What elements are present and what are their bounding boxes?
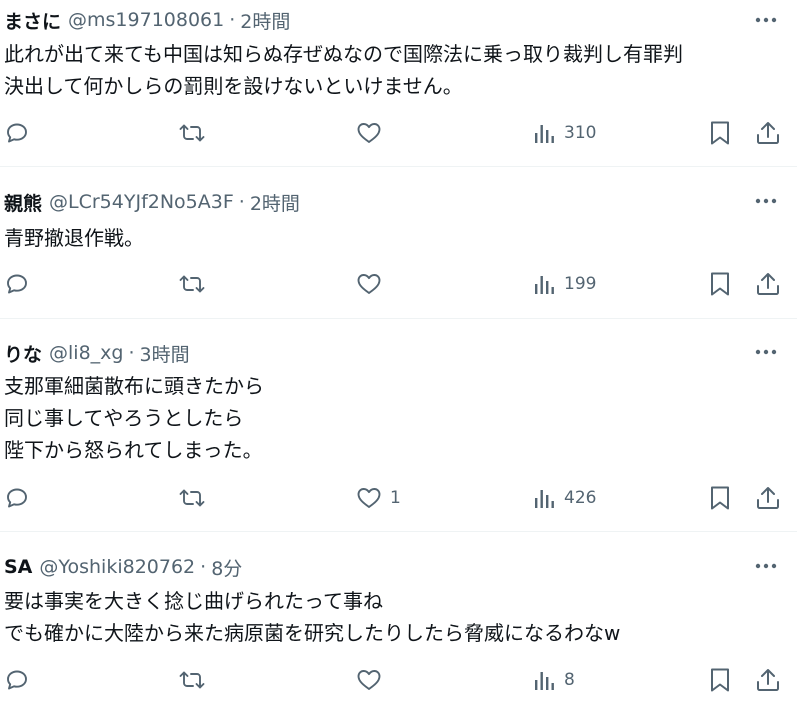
tweet-text-line: 此れが出て来ても中国は知らぬ存ぜぬなので国際法に乗っ取り裁判し有罪判 <box>4 42 683 66</box>
tweet[interactable]: りな @li8_xg · 3時間 支那軍細菌散布に頭きたから 同じ事してやろうと… <box>0 319 797 532</box>
separator-dot: · <box>200 556 207 578</box>
share-icon <box>757 273 779 295</box>
tweet-text: 要は事実を大きく捻じ曲げられたって事ね でも確かに大陸から来た病原菌を研究したり… <box>4 585 777 649</box>
reply-icon <box>7 670 27 690</box>
timestamp[interactable]: 2時間 <box>240 7 290 34</box>
retweet-button[interactable] <box>178 665 206 695</box>
timestamp[interactable]: 3時間 <box>140 340 190 367</box>
tweet-text: 青野撤退作戦。 <box>4 222 777 254</box>
share-icon <box>757 487 779 509</box>
more-icon[interactable] <box>753 189 779 213</box>
tweet-header: 親熊 @LCr54YJf2No5A3F · 2時間 <box>4 188 300 216</box>
more-icon[interactable] <box>753 8 779 32</box>
author-name[interactable]: SA <box>4 556 32 578</box>
heart-icon <box>357 274 381 294</box>
tweet-text: 支那軍細菌散布に頭きたから 同じ事してやろうとしたら 陛下から怒られてしまった。 <box>4 370 777 466</box>
timestamp[interactable]: 2時間 <box>250 189 300 216</box>
bookmark-button[interactable] <box>709 665 731 695</box>
action-bar: 1 426 <box>0 483 797 513</box>
bookmark-icon <box>711 486 729 510</box>
action-bar: 199 <box>0 269 797 299</box>
tweet-text-line: でも確かに大陸から来た病原菌を研究したりしたら脅威になるわなw <box>4 621 621 645</box>
like-button[interactable] <box>356 269 390 299</box>
views-icon <box>535 125 554 143</box>
bookmark-button[interactable] <box>709 269 731 299</box>
retweet-icon <box>179 124 205 142</box>
tweet-feed: まさに @ms197108061 · 2時間 此れが出て来ても中国は知らぬ存ぜぬ… <box>0 0 797 711</box>
retweet-button[interactable] <box>178 483 206 513</box>
tweet-text-line: 同じ事してやろうとしたら <box>4 406 244 430</box>
views-button[interactable]: 426 <box>534 483 596 513</box>
views-button[interactable]: 199 <box>534 269 596 299</box>
view-count: 8 <box>564 670 575 690</box>
tweet-text-line: 青野撤退作戦。 <box>4 226 144 250</box>
author-handle[interactable]: @Yoshiki820762 <box>39 556 195 578</box>
tweet-header: まさに @ms197108061 · 2時間 <box>4 6 290 34</box>
reply-icon <box>7 274 27 294</box>
retweet-icon <box>179 671 205 689</box>
views-icon <box>535 276 554 294</box>
heart-icon <box>357 670 381 690</box>
author-handle[interactable]: @LCr54YJf2No5A3F <box>49 191 234 213</box>
tweet-header: SA @Yoshiki820762 · 8分 <box>4 553 242 581</box>
views-icon <box>535 672 554 690</box>
tweet[interactable]: まさに @ms197108061 · 2時間 此れが出て来ても中国は知らぬ存ぜぬ… <box>0 0 797 167</box>
author-handle[interactable]: @li8_xg <box>49 342 123 364</box>
retweet-button[interactable] <box>178 269 206 299</box>
retweet-icon <box>179 275 205 293</box>
more-icon[interactable] <box>753 554 779 578</box>
view-count: 426 <box>564 488 597 508</box>
heart-icon <box>357 488 381 508</box>
retweet-button[interactable] <box>178 118 206 148</box>
tweet[interactable]: SA @Yoshiki820762 · 8分 要は事実を大きく捻じ曲げられたって… <box>0 532 797 711</box>
reply-icon <box>7 123 27 143</box>
tweet-text-line: 支那軍細菌散布に頭きたから <box>4 374 264 398</box>
author-name[interactable]: まさに <box>4 7 61 34</box>
like-count: 1 <box>390 488 401 508</box>
separator-dot: · <box>229 9 236 31</box>
author-name[interactable]: りな <box>4 340 42 367</box>
tweet-text-line: 陛下から怒られてしまった。 <box>4 438 263 462</box>
more-icon[interactable] <box>753 340 779 364</box>
action-bar: 310 <box>0 118 797 148</box>
share-button[interactable] <box>755 269 781 299</box>
tweet[interactable]: 親熊 @LCr54YJf2No5A3F · 2時間 青野撤退作戦。 199 <box>0 167 797 319</box>
share-icon <box>757 669 779 691</box>
tweet-text-line: 要は事実を大きく捻じ曲げられたって事ね <box>4 589 383 613</box>
retweet-icon <box>179 489 205 507</box>
like-button[interactable] <box>356 665 390 695</box>
share-button[interactable] <box>755 118 781 148</box>
separator-dot: · <box>238 191 245 213</box>
author-handle[interactable]: @ms197108061 <box>68 9 224 31</box>
views-icon <box>535 490 554 508</box>
views-button[interactable]: 310 <box>534 118 596 148</box>
author-name[interactable]: 親熊 <box>4 189 42 216</box>
reply-button[interactable] <box>5 665 29 695</box>
reply-button[interactable] <box>5 483 29 513</box>
reply-button[interactable] <box>5 269 29 299</box>
bookmark-button[interactable] <box>709 483 731 513</box>
bookmark-icon <box>711 272 729 296</box>
share-button[interactable] <box>755 665 781 695</box>
heart-icon <box>357 123 381 143</box>
view-count: 310 <box>564 123 597 143</box>
like-button[interactable] <box>356 118 390 148</box>
tweet-text: 此れが出て来ても中国は知らぬ存ぜぬなので国際法に乗っ取り裁判し有罪判 決出して何… <box>4 38 777 102</box>
reply-button[interactable] <box>5 118 29 148</box>
separator-dot: · <box>128 342 135 364</box>
tweet-text-line: 決出して何かしらの罰則を設けないといけません。 <box>4 74 463 98</box>
views-button[interactable]: 8 <box>534 665 575 695</box>
share-button[interactable] <box>755 483 781 513</box>
reply-icon <box>7 488 27 508</box>
like-button[interactable]: 1 <box>356 483 401 513</box>
bookmark-icon <box>711 668 729 692</box>
share-icon <box>757 122 779 144</box>
view-count: 199 <box>564 274 597 294</box>
bookmark-icon <box>711 121 729 145</box>
action-bar: 8 <box>0 665 797 695</box>
timestamp[interactable]: 8分 <box>211 554 242 581</box>
bookmark-button[interactable] <box>709 118 731 148</box>
tweet-header: りな @li8_xg · 3時間 <box>4 339 190 367</box>
